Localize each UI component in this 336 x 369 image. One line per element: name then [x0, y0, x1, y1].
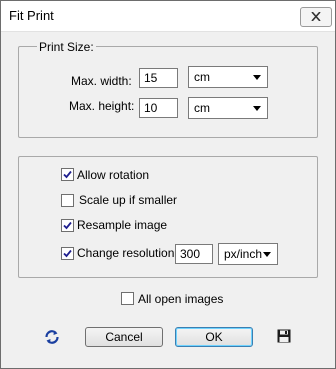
chevron-down-icon	[253, 75, 261, 80]
scale-up-checkbox[interactable]	[61, 194, 74, 207]
max-height-unit-select[interactable]: cm	[188, 97, 268, 119]
chevron-down-icon	[253, 106, 261, 111]
scale-up-label[interactable]: Scale up if smaller	[79, 193, 177, 207]
change-resolution-label[interactable]: Change resolution	[77, 246, 174, 260]
close-button[interactable]	[300, 7, 332, 27]
allow-rotation-label[interactable]: Allow rotation	[77, 168, 149, 182]
cancel-button[interactable]: Cancel	[85, 327, 163, 347]
window-title: Fit Print	[9, 8, 54, 23]
ok-button[interactable]: OK	[175, 327, 253, 347]
save-icon[interactable]	[277, 329, 291, 346]
resample-label[interactable]: Resample image	[77, 218, 167, 232]
all-open-images-label[interactable]: All open images	[138, 292, 223, 306]
change-resolution-checkbox[interactable]	[61, 247, 74, 260]
print-size-group	[18, 46, 318, 138]
chevron-down-icon	[263, 252, 271, 257]
checkmark-icon	[63, 221, 72, 230]
max-width-input[interactable]: 15	[139, 68, 178, 88]
fit-print-dialog: Fit Print Print Size: Max. width: 15 cm …	[0, 0, 336, 369]
allow-rotation-checkbox[interactable]	[61, 168, 74, 181]
close-icon	[311, 12, 321, 21]
print-size-legend: Print Size:	[37, 40, 96, 54]
title-bar: Fit Print	[1, 1, 335, 32]
resample-checkbox[interactable]	[61, 219, 74, 232]
max-width-unit-value: cm	[194, 70, 210, 84]
checkmark-icon	[63, 170, 72, 179]
max-height-input[interactable]: 10	[139, 98, 178, 118]
max-width-unit-select[interactable]: cm	[188, 66, 268, 88]
refresh-icon[interactable]	[44, 329, 60, 348]
max-height-unit-value: cm	[194, 101, 210, 115]
max-width-label: Max. width:	[71, 74, 132, 88]
resolution-unit-value: px/inch	[224, 247, 263, 261]
checkmark-icon	[63, 249, 72, 258]
resolution-input[interactable]: 300	[175, 244, 213, 264]
all-open-images-checkbox[interactable]	[121, 292, 134, 305]
resolution-unit-select[interactable]: px/inch	[218, 243, 278, 265]
max-height-label: Max. height:	[69, 99, 135, 113]
